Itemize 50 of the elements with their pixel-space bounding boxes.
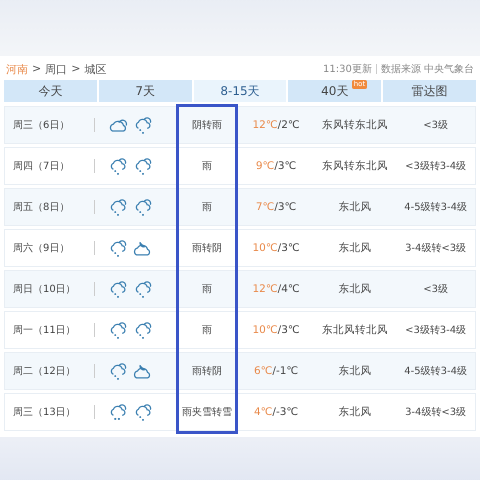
update-time: 11:30更新 <box>322 62 372 76</box>
weather-text: 阴转雨 <box>191 119 224 132</box>
wind-direction: 东北风 <box>337 241 372 255</box>
day-label: 周三（13日） <box>12 406 77 419</box>
temperature: 10℃/3℃ <box>252 324 301 336</box>
day-label: 周五（8日） <box>12 201 70 214</box>
wind-direction: 东北风 <box>337 200 372 214</box>
wind-level: <3级 <box>422 119 449 132</box>
weather-text: 雨转阴 <box>191 242 224 255</box>
weather-text: 雨 <box>201 160 214 173</box>
day-label: 周一（11日） <box>12 324 77 337</box>
temperature: 6℃/-1℃ <box>252 365 300 377</box>
temperature: 7℃/3℃ <box>254 201 298 213</box>
wind-level: 3-4级转<3级 <box>404 242 468 255</box>
wind-level: <3级转3-4级 <box>404 160 468 173</box>
breadcrumb-item: > <box>71 62 80 76</box>
data-source: 数据来源 中央气象台 <box>380 62 474 76</box>
wind-direction: 东风转东北风 <box>320 159 389 173</box>
weather-text: 雨 <box>201 324 214 337</box>
forecast-tab[interactable]: 7天 <box>98 80 192 102</box>
wind-level: 4-5级转3-4级 <box>403 365 468 378</box>
forecast-tab[interactable]: 8-15天 <box>194 80 286 102</box>
wind-direction: 东风转东北风 <box>320 118 389 132</box>
forecast-tab[interactable]: 今天 <box>4 80 97 102</box>
day-label: 周四（7日） <box>12 160 70 173</box>
wind-direction: 东北风 <box>337 405 372 419</box>
breadcrumb-item: 周口 <box>45 62 68 76</box>
weather-text: 雨夹雪转雪 <box>181 406 234 419</box>
wind-direction: 东北风 <box>337 282 372 296</box>
wind-level: 4-5级转3-4级 <box>403 201 468 214</box>
temperature: 12℃/2℃ <box>252 119 301 131</box>
temperature: 9℃/3℃ <box>254 160 298 172</box>
wind-level: 3-4级转<3级 <box>404 406 468 419</box>
weather-text: 雨 <box>201 201 214 214</box>
wind-level: <3级 <box>422 283 449 296</box>
temperature: 4℃/-3℃ <box>252 406 300 418</box>
day-label: 周三（6日） <box>12 119 70 132</box>
temperature: 12℃/4℃ <box>252 283 301 295</box>
wind-direction: 东北风 <box>337 364 372 378</box>
wind-level: <3级转3-4级 <box>404 324 468 337</box>
day-label: 周六（9日） <box>12 242 70 255</box>
breadcrumb-item: > <box>32 62 42 76</box>
day-label: 周二（12日） <box>12 365 77 378</box>
day-label: 周日（10日） <box>12 283 77 296</box>
weather-text: 雨 <box>201 283 214 296</box>
forecast-tab[interactable]: 雷达图 <box>383 80 476 102</box>
temperature: 10℃/3℃ <box>252 242 301 254</box>
wind-direction: 东北风转北风 <box>320 323 389 337</box>
breadcrumb-item: 城区 <box>84 62 106 76</box>
weather-text: 雨转阴 <box>191 365 224 378</box>
